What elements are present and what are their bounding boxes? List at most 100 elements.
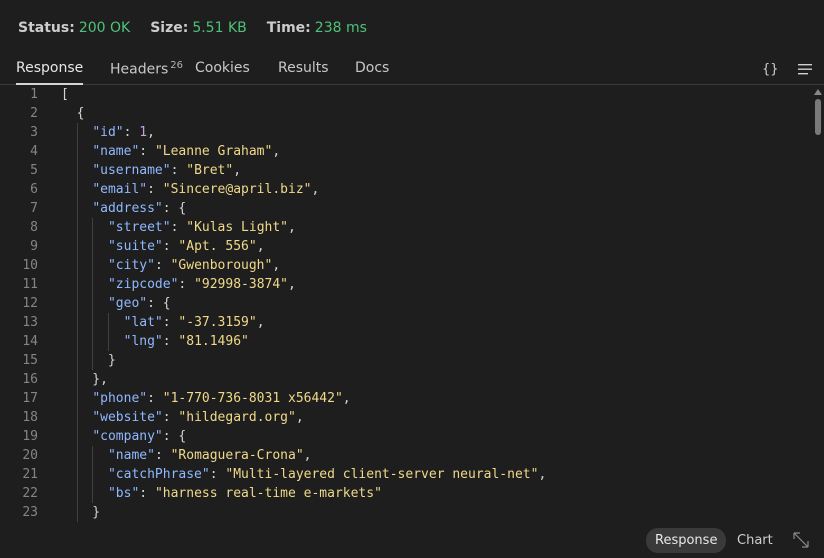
code-text: "lat": "-37.3159", [123, 315, 265, 330]
line-number: 17 [22, 391, 38, 406]
code-text: "zipcode": "92998-3874", [107, 277, 296, 292]
line-number: 1 [30, 87, 38, 102]
code-line: 3 "id": 1, [0, 123, 812, 142]
tab-headers-label: Headers [110, 61, 169, 78]
code-text: "website": "hildegard.org", [92, 410, 304, 425]
code-text: "company": { [92, 429, 187, 444]
scroll-up-arrow-icon[interactable] [814, 89, 822, 95]
code-text: [ [61, 87, 69, 102]
size-label: Size: [150, 20, 189, 36]
code-line: 19 "company": { [0, 427, 812, 446]
hamburger-icon[interactable] [798, 64, 814, 80]
code-text: "catchPhrase": "Multi-layered client-ser… [107, 467, 547, 482]
code-line: 12 "geo": { [0, 294, 812, 313]
line-number: 8 [30, 220, 38, 235]
line-number: 18 [22, 410, 38, 425]
time-value: 238 ms [314, 20, 367, 36]
view-mode-bar: Response Chart [0, 525, 824, 558]
code-text: "phone": "1-770-736-8031 x56442", [92, 391, 351, 406]
line-number: 19 [22, 429, 38, 444]
line-number: 20 [22, 448, 38, 463]
code-line: 22 "bs": "harness real-time e-markets" [0, 484, 812, 503]
size-stat: Size: 5.51 KB [150, 20, 247, 36]
tab-headers[interactable]: Headers 26 [110, 60, 183, 85]
code-text: "city": "Gwenborough", [107, 258, 281, 273]
code-text: "bs": "harness real-time e-markets" [107, 486, 382, 501]
line-number: 3 [30, 125, 38, 140]
tab-results-label: Results [278, 60, 329, 76]
code-text: "lng": "81.1496" [123, 334, 249, 349]
code-text: } [61, 505, 101, 520]
code-line: 4 "name": "Leanne Graham", [0, 142, 812, 161]
scroll-thumb[interactable] [815, 99, 821, 135]
line-number: 12 [22, 296, 38, 311]
code-text: "username": "Bret", [92, 163, 242, 178]
code-line: 6 "email": "Sincere@april.biz", [0, 180, 812, 199]
expand-icon[interactable] [792, 531, 810, 553]
line-number: 4 [30, 144, 38, 159]
code-text: "email": "Sincere@april.biz", [92, 182, 320, 197]
code-text: "street": "Kulas Light", [107, 220, 296, 235]
code-line: 13 "lat": "-37.3159", [0, 313, 812, 332]
code-text: "name": "Romaguera-Crona", [107, 448, 312, 463]
code-line: 18 "website": "hildegard.org", [0, 408, 812, 427]
code-text: "geo": { [107, 296, 171, 311]
code-text: "suite": "Apt. 556", [107, 239, 265, 254]
code-text: "name": "Leanne Graham", [92, 144, 281, 159]
tab-cookies[interactable]: Cookies [195, 60, 250, 85]
code-line: 2 { [0, 104, 812, 123]
tab-response-label: Response [16, 60, 84, 76]
view-response-button[interactable]: Response [646, 528, 727, 553]
code-text: { [61, 106, 85, 121]
status-label: Status: [18, 20, 75, 36]
tab-results[interactable]: Results [278, 60, 329, 85]
line-number: 14 [22, 334, 38, 349]
code-line: 7 "address": { [0, 199, 812, 218]
code-line: 16 }, [0, 370, 812, 389]
line-number: 15 [22, 353, 38, 368]
line-number: 22 [22, 486, 38, 501]
code-line: 15 } [0, 351, 812, 370]
view-chart-button[interactable]: Chart [728, 528, 782, 553]
code-line: 14 "lng": "81.1496" [0, 332, 812, 351]
line-number: 10 [22, 258, 38, 273]
time-label: Time: [266, 20, 311, 36]
headers-count-badge: 26 [170, 60, 184, 71]
line-number: 7 [30, 201, 38, 216]
line-number: 2 [30, 106, 38, 121]
tab-response[interactable]: Response [16, 60, 84, 85]
format-json-icon[interactable]: {} [762, 62, 779, 77]
code-text: } [61, 353, 116, 368]
line-number: 13 [22, 315, 38, 330]
code-text: "id": 1, [92, 125, 155, 140]
code-line: 8 "street": "Kulas Light", [0, 218, 812, 237]
code-line: 17 "phone": "1-770-736-8031 x56442", [0, 389, 812, 408]
time-stat: Time: 238 ms [267, 20, 367, 36]
tab-docs-label: Docs [355, 60, 390, 76]
code-line: 10 "city": "Gwenborough", [0, 256, 812, 275]
code-line: 23 } [0, 503, 812, 522]
code-line: 20 "name": "Romaguera-Crona", [0, 446, 812, 465]
response-body-editor[interactable]: 1[2 {3 "id": 1, 4 "name": "Leanne Graham"… [0, 85, 812, 525]
code-line: 21 "catchPhrase": "Multi-layered client-… [0, 465, 812, 484]
response-status-bar: Status: 200 OK Size: 5.51 KB Time: 238 m… [0, 0, 824, 56]
code-line: 5 "username": "Bret", [0, 161, 812, 180]
status-stat: Status: 200 OK [18, 20, 130, 36]
line-number: 23 [22, 505, 38, 520]
line-number: 16 [22, 372, 38, 387]
code-line: 9 "suite": "Apt. 556", [0, 237, 812, 256]
line-number: 11 [22, 277, 38, 292]
code-line: 11 "zipcode": "92998-3874", [0, 275, 812, 294]
tab-cookies-label: Cookies [195, 60, 250, 76]
size-value: 5.51 KB [192, 20, 247, 36]
line-number: 5 [30, 163, 38, 178]
vertical-scrollbar[interactable] [812, 85, 824, 525]
status-value: 200 OK [78, 20, 131, 36]
line-number: 9 [30, 239, 38, 254]
tab-docs[interactable]: Docs [355, 60, 389, 85]
code-text: }, [61, 372, 108, 387]
response-tabs: Response Headers 26 Cookies Results Docs … [0, 56, 824, 85]
code-text: "address": { [92, 201, 187, 216]
code-line: 1[ [0, 85, 812, 104]
line-number: 6 [30, 182, 38, 197]
